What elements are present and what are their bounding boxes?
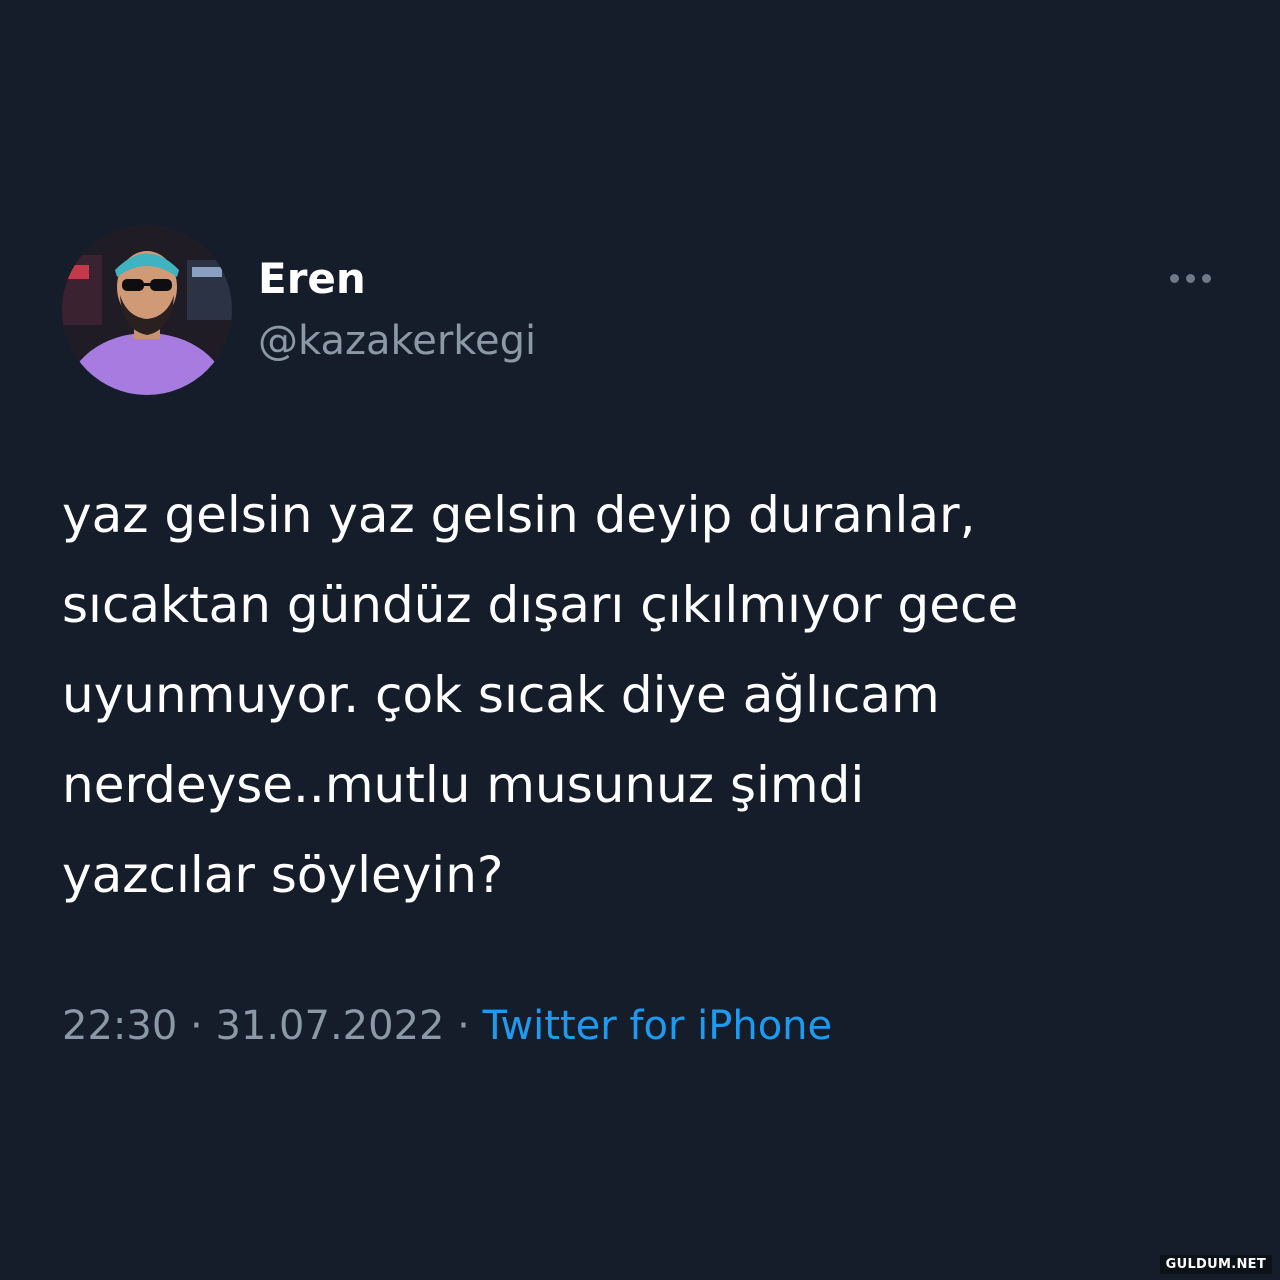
tweet-date[interactable]: 31.07.2022 — [215, 1003, 444, 1049]
more-horizontal-icon — [1185, 273, 1195, 283]
tweet-text-line: uyunmuyor. çok sıcak diye ağlıcam — [62, 666, 940, 724]
tweet-text-line: nerdeyse..mutlu musunuz şimdi — [62, 756, 865, 814]
more-options-button[interactable] — [1160, 262, 1220, 294]
tweet-text: yaz gelsin yaz gelsin deyip duranlar, sı… — [62, 470, 1222, 920]
meta-separator: · — [177, 1003, 216, 1049]
avatar[interactable] — [62, 225, 232, 395]
display-name[interactable]: Eren — [258, 252, 366, 306]
tweet-text-line: yazcılar söyleyin? — [62, 846, 504, 904]
user-handle[interactable]: @kazakerkegi — [258, 314, 536, 368]
tweet-metadata: 22:30 · 31.07.2022 · Twitter for iPhone — [62, 998, 832, 1054]
tweet-time[interactable]: 22:30 — [62, 1003, 177, 1049]
more-horizontal-icon — [1201, 273, 1211, 283]
tweet-source-link[interactable]: Twitter for iPhone — [483, 1003, 833, 1049]
more-horizontal-icon — [1169, 273, 1179, 283]
tweet-text-line: yaz gelsin yaz gelsin deyip duranlar, — [62, 486, 976, 544]
meta-separator: · — [444, 1003, 483, 1049]
tweet-text-line: sıcaktan gündüz dışarı çıkılmıyor gece — [62, 576, 1019, 634]
watermark: GULDUM.NET — [1159, 1255, 1272, 1274]
profile-photo-icon — [62, 225, 232, 395]
tweet-card: Eren @kazakerkegi yaz gelsin yaz gelsin … — [0, 0, 1280, 1280]
